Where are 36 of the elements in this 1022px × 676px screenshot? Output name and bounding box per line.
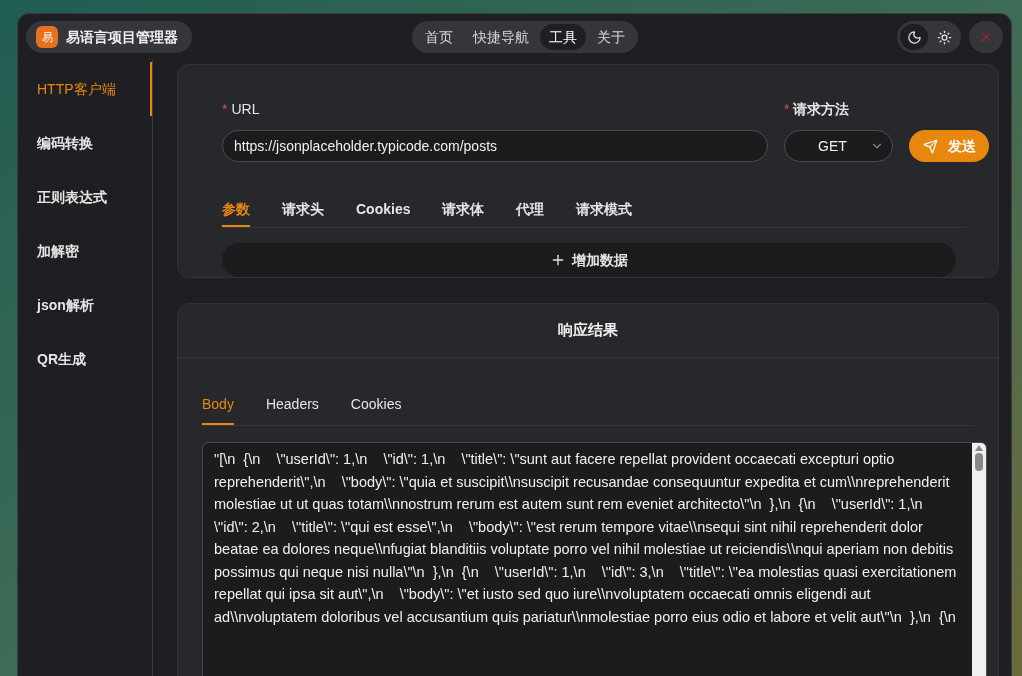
sidebar-item[interactable]: QR生成 bbox=[18, 332, 152, 386]
response-title: 响应结果 bbox=[178, 304, 998, 358]
plus-icon bbox=[550, 252, 566, 268]
url-label: URL bbox=[231, 100, 260, 119]
tab[interactable]: 请求模式 bbox=[576, 185, 633, 227]
sidebar-item[interactable]: json解析 bbox=[18, 278, 152, 332]
sidebar-item[interactable]: 正则表达式 bbox=[18, 170, 152, 224]
required-mark: * bbox=[222, 100, 228, 119]
url-input[interactable]: https://jsonplaceholder.typicode.com/posts bbox=[222, 130, 768, 162]
method-label: 请求方法 bbox=[793, 100, 850, 119]
close-button[interactable] bbox=[969, 21, 1003, 53]
tab[interactable]: Body bbox=[202, 382, 234, 425]
tab[interactable]: Headers bbox=[265, 382, 319, 425]
nav-tab[interactable]: 快捷导航 bbox=[463, 24, 538, 50]
sidebar-item[interactable]: 加解密 bbox=[18, 224, 152, 278]
tab[interactable]: Cookies bbox=[350, 382, 402, 425]
moon-icon[interactable] bbox=[900, 24, 928, 50]
tab[interactable]: Cookies bbox=[356, 185, 411, 227]
tab[interactable]: 参数 bbox=[222, 185, 250, 227]
app-title: 易语言项目管理器 bbox=[66, 27, 178, 47]
scroll-up-arrow-icon[interactable] bbox=[975, 445, 983, 451]
tab[interactable]: 代理 bbox=[516, 185, 545, 227]
tab[interactable]: 请求体 bbox=[442, 185, 485, 227]
nav-tab[interactable]: 关于 bbox=[587, 24, 634, 50]
required-mark: * bbox=[784, 100, 790, 119]
scrollbar-thumb[interactable] bbox=[975, 453, 983, 471]
method-select[interactable]: GET bbox=[784, 130, 893, 162]
add-data-button[interactable]: 增加数据 bbox=[222, 243, 956, 277]
response-text: "[\n {\n \"userId\": 1,\n \"id\": 1,\n \"title\": \"sunt aut facere repellat provident occaecati excepturi optio reprehenderit\",\n \"body\": \"quia et suscipit\\nsuscipit recusandae consequuntur expedita et cum\\nreprehenderit molestiae ut ut quas totam\\nnostrum rerum est autem sunt rem eveniet architecto\"\n },\n {\n \"userId\": 1,\n \"id\": 2,\n \"title\": \"qui est esse\",\n \"body\": \"est rerum tempore vitae\\nsequi sint nihil reprehenderit dolor beatae ea dolores neque\\nfugiat blanditiis voluptate porro vel nihil molestiae ut reiciendis\\nqui aperiam non debitis possimus qui neque nisi nulla\"\n },\n {\n \"userId\": 1,\n \"id\": 3,\n \"title\": \"ea molestias quasi exercitationem repellat qui ipsa sit aut\",\n \"body\": \"et iusto sed quo iure\\nvoluptatem occaecati omnis eligendi aut ad\\nvoluptatem doloribus vel accusantium quis pariatur\\nmolestiae porro eius odio et labore et velit aut\"\n },\n {\n bbox=[213, 450, 958, 627]
nav-tab[interactable]: 工具 bbox=[539, 24, 586, 50]
send-icon bbox=[922, 138, 938, 154]
nav-tab[interactable]: 首页 bbox=[415, 24, 462, 50]
sidebar-item[interactable]: 编码转换 bbox=[18, 116, 152, 170]
sidebar-item[interactable]: HTTP客户端 bbox=[18, 62, 152, 116]
tab[interactable]: 请求头 bbox=[282, 185, 324, 227]
app-logo: 易 bbox=[36, 26, 58, 48]
